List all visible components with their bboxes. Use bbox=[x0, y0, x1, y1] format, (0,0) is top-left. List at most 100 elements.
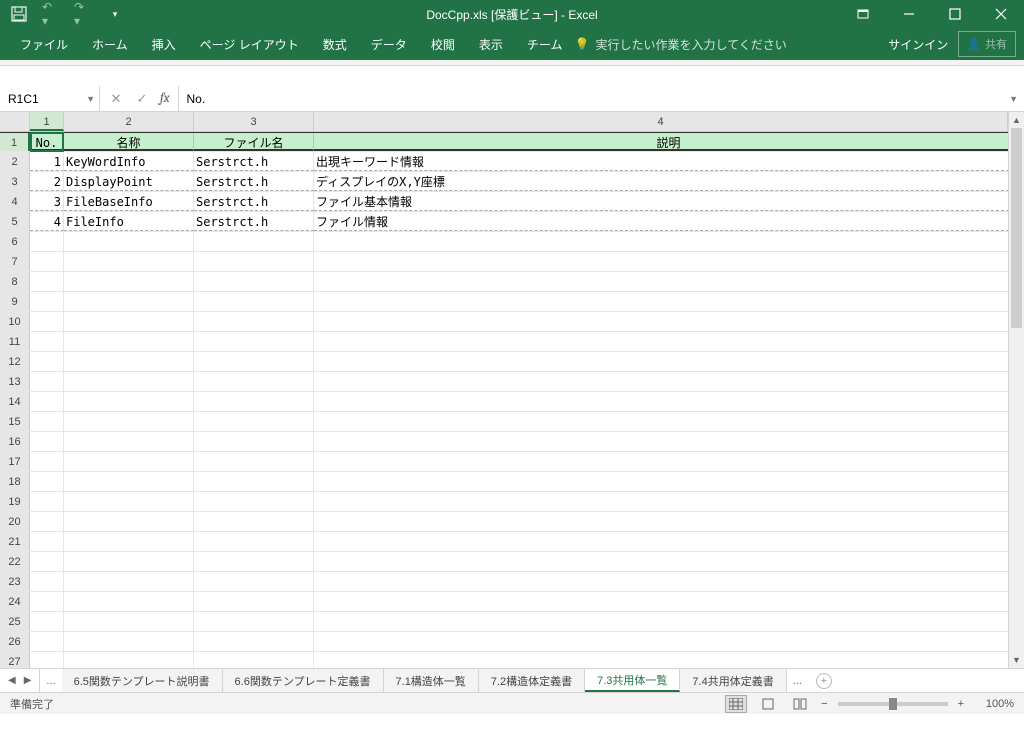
cell[interactable] bbox=[314, 512, 1024, 531]
row-header[interactable]: 19 bbox=[0, 492, 30, 511]
cell[interactable] bbox=[194, 552, 314, 571]
cell[interactable] bbox=[30, 352, 64, 371]
minimize-button[interactable] bbox=[886, 0, 932, 28]
cell[interactable]: Serstrct.h bbox=[194, 212, 314, 231]
tab-insert[interactable]: 挿入 bbox=[140, 28, 188, 61]
row-header[interactable]: 26 bbox=[0, 632, 30, 651]
cell[interactable] bbox=[64, 252, 194, 271]
cell[interactable] bbox=[194, 272, 314, 291]
cell[interactable] bbox=[314, 572, 1024, 591]
column-header[interactable]: 3 bbox=[194, 112, 314, 131]
cell[interactable] bbox=[194, 612, 314, 631]
cell[interactable] bbox=[194, 232, 314, 251]
maximize-button[interactable] bbox=[932, 0, 978, 28]
cell[interactable]: FileBaseInfo bbox=[64, 192, 194, 211]
cell[interactable]: ファイル情報 bbox=[314, 212, 1024, 231]
sheet-tab[interactable]: 7.1構造体一覧 bbox=[384, 669, 479, 692]
cell[interactable] bbox=[194, 512, 314, 531]
cell[interactable] bbox=[30, 492, 64, 511]
row-header[interactable]: 9 bbox=[0, 292, 30, 311]
cell[interactable] bbox=[30, 292, 64, 311]
sheet-nav-more-left[interactable]: ... bbox=[40, 669, 61, 692]
cell[interactable] bbox=[314, 352, 1024, 371]
row-header[interactable]: 27 bbox=[0, 652, 30, 668]
cell[interactable] bbox=[64, 432, 194, 451]
tab-page-layout[interactable]: ページ レイアウト bbox=[188, 28, 311, 61]
cell[interactable]: KeyWordInfo bbox=[64, 152, 194, 171]
row-header[interactable]: 1 bbox=[0, 133, 30, 151]
name-box[interactable]: R1C1 ▼ bbox=[0, 86, 100, 111]
cell[interactable] bbox=[194, 472, 314, 491]
cell[interactable] bbox=[314, 472, 1024, 491]
cell[interactable]: ディスプレイのX,Y座標 bbox=[314, 172, 1024, 191]
cell[interactable] bbox=[194, 632, 314, 651]
cancel-formula-icon[interactable]: ✕ bbox=[108, 91, 124, 107]
tab-formulas[interactable]: 数式 bbox=[311, 28, 359, 61]
cell[interactable] bbox=[64, 612, 194, 631]
cell[interactable] bbox=[30, 272, 64, 291]
row-header[interactable]: 8 bbox=[0, 272, 30, 291]
fx-icon[interactable]: fx bbox=[160, 91, 170, 106]
cell[interactable]: Serstrct.h bbox=[194, 172, 314, 191]
cell[interactable] bbox=[194, 352, 314, 371]
row-header[interactable]: 24 bbox=[0, 592, 30, 611]
cell[interactable]: FileInfo bbox=[64, 212, 194, 231]
row-header[interactable]: 14 bbox=[0, 392, 30, 411]
cell[interactable] bbox=[314, 592, 1024, 611]
zoom-in-button[interactable]: + bbox=[958, 698, 964, 710]
cell[interactable] bbox=[194, 292, 314, 311]
normal-view-button[interactable] bbox=[725, 695, 747, 713]
cell[interactable] bbox=[314, 332, 1024, 351]
column-header[interactable]: 4 bbox=[314, 112, 1008, 131]
tab-view[interactable]: 表示 bbox=[467, 28, 515, 61]
cell[interactable] bbox=[64, 412, 194, 431]
row-header[interactable]: 16 bbox=[0, 432, 30, 451]
cell[interactable] bbox=[30, 592, 64, 611]
page-break-view-button[interactable] bbox=[789, 695, 811, 713]
cell[interactable] bbox=[194, 432, 314, 451]
cell[interactable] bbox=[64, 492, 194, 511]
signin-link[interactable]: サインイン bbox=[888, 36, 948, 53]
cell[interactable] bbox=[194, 592, 314, 611]
horizontal-scrollbar[interactable] bbox=[840, 669, 1024, 692]
cell[interactable] bbox=[64, 392, 194, 411]
cell[interactable] bbox=[314, 272, 1024, 291]
cell[interactable] bbox=[30, 512, 64, 531]
cell[interactable] bbox=[30, 472, 64, 491]
page-layout-view-button[interactable] bbox=[757, 695, 779, 713]
row-header[interactable]: 12 bbox=[0, 352, 30, 371]
cell[interactable] bbox=[194, 332, 314, 351]
cell[interactable] bbox=[314, 452, 1024, 471]
cell[interactable] bbox=[314, 392, 1024, 411]
cell[interactable] bbox=[64, 452, 194, 471]
tab-review[interactable]: 校閲 bbox=[419, 28, 467, 61]
cell[interactable] bbox=[194, 372, 314, 391]
ribbon-display-options-icon[interactable] bbox=[840, 0, 886, 28]
cell[interactable] bbox=[314, 292, 1024, 311]
column-header[interactable]: 1 bbox=[30, 112, 64, 131]
row-header[interactable]: 11 bbox=[0, 332, 30, 351]
sheet-nav-more-right[interactable]: ... bbox=[787, 669, 808, 692]
cell[interactable] bbox=[64, 512, 194, 531]
tab-home[interactable]: ホーム bbox=[80, 28, 140, 61]
cell[interactable] bbox=[30, 632, 64, 651]
cell[interactable] bbox=[314, 232, 1024, 251]
cell[interactable] bbox=[314, 252, 1024, 271]
cell[interactable] bbox=[30, 392, 64, 411]
cell[interactable] bbox=[30, 532, 64, 551]
row-header[interactable]: 13 bbox=[0, 372, 30, 391]
formula-bar[interactable]: No. ▼ bbox=[179, 86, 1024, 111]
header-cell[interactable]: 説明 bbox=[314, 133, 1024, 151]
cell[interactable] bbox=[314, 532, 1024, 551]
cell[interactable] bbox=[64, 652, 194, 668]
expand-formula-bar-icon[interactable]: ▼ bbox=[1009, 94, 1018, 104]
cell[interactable] bbox=[64, 472, 194, 491]
cell[interactable] bbox=[30, 552, 64, 571]
cell[interactable] bbox=[194, 492, 314, 511]
tab-data[interactable]: データ bbox=[359, 28, 419, 61]
cell[interactable] bbox=[30, 232, 64, 251]
header-cell[interactable]: ファイル名 bbox=[194, 133, 314, 151]
cell[interactable] bbox=[64, 332, 194, 351]
row-header[interactable]: 10 bbox=[0, 312, 30, 331]
cell[interactable] bbox=[314, 552, 1024, 571]
